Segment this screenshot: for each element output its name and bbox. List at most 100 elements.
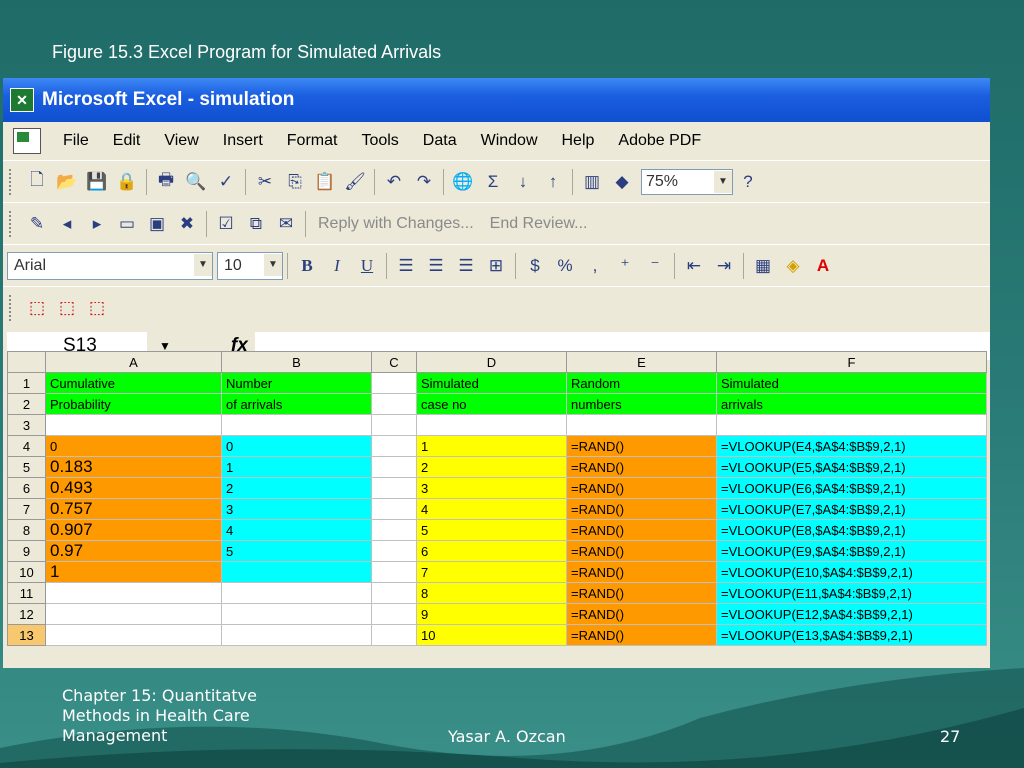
cell-a2[interactable]: Probability xyxy=(45,393,222,415)
permission-icon[interactable]: 🔒 xyxy=(114,169,140,195)
font-select[interactable]: Arial ▼ xyxy=(7,251,213,280)
cell-b11[interactable] xyxy=(221,582,372,604)
row-header[interactable]: 2 xyxy=(7,393,46,415)
cell-f1[interactable]: Simulated xyxy=(716,372,987,394)
cell-f3[interactable] xyxy=(716,414,987,436)
cell-d3[interactable] xyxy=(416,414,567,436)
cell-f11[interactable]: =VLOOKUP(E11,$A$4:$B$9,2,1) xyxy=(716,582,987,604)
sort-descending-icon[interactable]: ↑ xyxy=(540,169,566,195)
convert-to-pdf-icon[interactable]: ⬚ xyxy=(24,295,50,321)
cell-b7[interactable]: 3 xyxy=(221,498,372,520)
cell-e1[interactable]: Random xyxy=(566,372,717,394)
cell-e10[interactable]: =RAND() xyxy=(566,561,717,583)
show-comment-icon[interactable]: ▭ xyxy=(114,211,140,237)
cell-c3[interactable] xyxy=(371,414,417,436)
cell-d13[interactable]: 10 xyxy=(416,624,567,646)
column-header-d[interactable]: D xyxy=(416,351,567,373)
delete-comment-icon[interactable]: ✖ xyxy=(174,211,200,237)
save-icon[interactable]: 💾 xyxy=(84,169,110,195)
cell-f9[interactable]: =VLOOKUP(E9,$A$4:$B$9,2,1) xyxy=(716,540,987,562)
cell-d5[interactable]: 2 xyxy=(416,456,567,478)
row-header[interactable]: 4 xyxy=(7,435,46,457)
cell-f8[interactable]: =VLOOKUP(E8,$A$4:$B$9,2,1) xyxy=(716,519,987,541)
cell-f13[interactable]: =VLOOKUP(E13,$A$4:$B$9,2,1) xyxy=(716,624,987,646)
menu-window[interactable]: Window xyxy=(469,132,550,150)
fill-color-icon[interactable]: ◈ xyxy=(780,253,806,279)
help-icon[interactable]: ? xyxy=(735,169,761,195)
menu-edit[interactable]: Edit xyxy=(101,132,153,150)
column-header-f[interactable]: F xyxy=(716,351,987,373)
cell-e9[interactable]: =RAND() xyxy=(566,540,717,562)
underline-icon[interactable]: U xyxy=(354,253,380,279)
chevron-down-icon[interactable]: ▼ xyxy=(714,170,732,193)
menu-tools[interactable]: Tools xyxy=(349,132,410,150)
cell-f10[interactable]: =VLOOKUP(E10,$A$4:$B$9,2,1) xyxy=(716,561,987,583)
cell-a5[interactable]: 0.183 xyxy=(45,456,222,478)
chevron-down-icon[interactable]: ▼ xyxy=(264,253,282,276)
bold-icon[interactable]: B xyxy=(294,253,320,279)
column-header-e[interactable]: E xyxy=(566,351,717,373)
undo-icon[interactable]: ↶ xyxy=(381,169,407,195)
cell-f5[interactable]: =VLOOKUP(E5,$A$4:$B$9,2,1) xyxy=(716,456,987,478)
cell-a1[interactable]: Cumulative xyxy=(45,372,222,394)
cell-e6[interactable]: =RAND() xyxy=(566,477,717,499)
row-header[interactable]: 9 xyxy=(7,540,46,562)
column-header-c[interactable]: C xyxy=(371,351,417,373)
currency-icon[interactable]: $ xyxy=(522,253,548,279)
cell-a8[interactable]: 0.907 xyxy=(45,519,222,541)
cell-a9[interactable]: 0.97 xyxy=(45,540,222,562)
reply-with-changes-button[interactable]: Reply with Changes... xyxy=(318,215,474,233)
increase-indent-icon[interactable]: ⇥ xyxy=(711,253,737,279)
cell-a11[interactable] xyxy=(45,582,222,604)
cell-a4[interactable]: 0 xyxy=(45,435,222,457)
cell-d12[interactable]: 9 xyxy=(416,603,567,625)
cell-a10[interactable]: 1 xyxy=(45,561,222,583)
cell-d6[interactable]: 3 xyxy=(416,477,567,499)
cell-e3[interactable] xyxy=(566,414,717,436)
paste-icon[interactable]: 📋 xyxy=(312,169,338,195)
cell-b6[interactable]: 2 xyxy=(221,477,372,499)
cell-e5[interactable]: =RAND() xyxy=(566,456,717,478)
cell-b10[interactable] xyxy=(221,561,372,583)
copy-icon[interactable]: ⎘ xyxy=(282,169,308,195)
chevron-down-icon[interactable]: ▼ xyxy=(194,253,212,276)
next-comment-icon[interactable]: ▸ xyxy=(84,211,110,237)
decrease-indent-icon[interactable]: ⇤ xyxy=(681,253,707,279)
row-header[interactable]: 6 xyxy=(7,477,46,499)
print-preview-icon[interactable]: 🔍 xyxy=(183,169,209,195)
cell-b3[interactable] xyxy=(221,414,372,436)
zoom-select[interactable]: 75% ▼ xyxy=(641,168,733,195)
cell-c10[interactable] xyxy=(371,561,417,583)
cell-b2[interactable]: of arrivals xyxy=(221,393,372,415)
cell-f7[interactable]: =VLOOKUP(E7,$A$4:$B$9,2,1) xyxy=(716,498,987,520)
sort-ascending-icon[interactable]: ↓ xyxy=(510,169,536,195)
new-comment-icon[interactable]: ✎ xyxy=(24,211,50,237)
cell-b12[interactable] xyxy=(221,603,372,625)
cell-e12[interactable]: =RAND() xyxy=(566,603,717,625)
cell-b8[interactable]: 4 xyxy=(221,519,372,541)
cell-a3[interactable] xyxy=(45,414,222,436)
menu-file[interactable]: File xyxy=(51,132,101,150)
row-header[interactable]: 8 xyxy=(7,519,46,541)
excel-app-icon[interactable]: ✕ xyxy=(10,88,34,112)
row-header[interactable]: 5 xyxy=(7,456,46,478)
row-header[interactable]: 3 xyxy=(7,414,46,436)
cell-b1[interactable]: Number xyxy=(221,372,372,394)
italic-icon[interactable]: I xyxy=(324,253,350,279)
row-header[interactable]: 7 xyxy=(7,498,46,520)
row-header[interactable]: 12 xyxy=(7,603,46,625)
cell-e11[interactable]: =RAND() xyxy=(566,582,717,604)
redo-icon[interactable]: ↷ xyxy=(411,169,437,195)
cell-c5[interactable] xyxy=(371,456,417,478)
cell-e13[interactable]: =RAND() xyxy=(566,624,717,646)
decrease-decimal-icon[interactable]: ⁻ xyxy=(642,253,668,279)
previous-comment-icon[interactable]: ◂ xyxy=(54,211,80,237)
workbook-icon[interactable] xyxy=(13,128,41,154)
toolbar-grip[interactable] xyxy=(9,210,16,237)
cell-c6[interactable] xyxy=(371,477,417,499)
cell-d11[interactable]: 8 xyxy=(416,582,567,604)
column-header-b[interactable]: B xyxy=(221,351,372,373)
font-color-icon[interactable]: A xyxy=(810,253,836,279)
percent-icon[interactable]: % xyxy=(552,253,578,279)
convert-and-email-pdf-icon[interactable]: ⬚ xyxy=(54,295,80,321)
